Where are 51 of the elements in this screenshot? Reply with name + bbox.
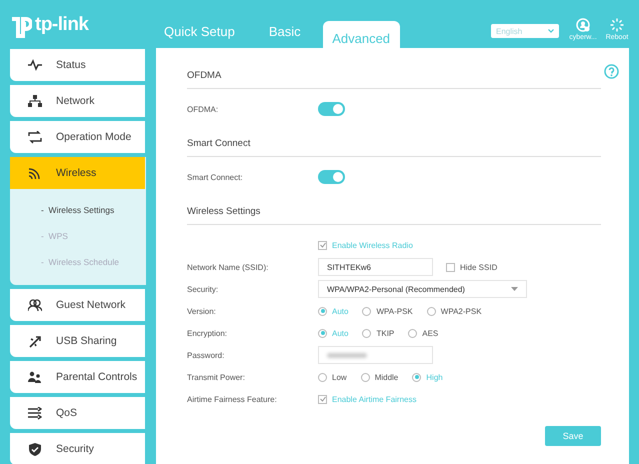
sidebar-item[interactable]: Security: [10, 433, 145, 464]
help-icon: [604, 64, 619, 79]
radio-option[interactable]: WPA2-PSK: [426, 306, 482, 316]
sidebar-item[interactable]: Operation Mode: [10, 121, 145, 153]
checkbox-option[interactable]: Hide SSID: [446, 262, 498, 272]
family-icon: [28, 370, 42, 384]
arrows-icon: [28, 130, 42, 144]
field-label: Password:: [187, 350, 226, 360]
shield-icon: [28, 442, 42, 456]
password-field[interactable]: [318, 346, 433, 364]
sidebar-item[interactable]: Parental Controls: [10, 361, 145, 393]
sidebar-item[interactable]: Network: [10, 85, 145, 117]
lines-icon: [28, 406, 42, 420]
sidebar-item[interactable]: Guest Network: [10, 289, 145, 321]
toggle-switch[interactable]: [318, 170, 345, 184]
radio-option[interactable]: Low: [318, 372, 347, 382]
field-label: Airtime Fairness Feature:: [187, 394, 278, 404]
section-title: Smart Connect: [187, 132, 601, 157]
toggle-switch[interactable]: [318, 102, 345, 116]
section-title: OFDMA: [187, 64, 601, 89]
sidebar-item[interactable]: QoS: [10, 397, 145, 429]
field-label: Smart Connect:: [187, 172, 244, 182]
section-title: Wireless Settings: [187, 200, 601, 225]
people-icon: [28, 298, 42, 312]
usb-icon: [28, 334, 42, 348]
reboot-icon: [610, 18, 624, 32]
dropdown-arrow-icon: [511, 287, 518, 291]
radio-option[interactable]: WPA-PSK: [362, 306, 413, 316]
check-icon: [320, 396, 326, 402]
radio-option[interactable]: Middle: [360, 372, 398, 382]
network-icon: [28, 94, 42, 108]
submenu-item[interactable]: - Wireless Settings: [41, 205, 146, 215]
sidebar-item[interactable]: Wireless: [10, 157, 145, 189]
field-label: OFDMA:: [187, 104, 220, 114]
brand-name: tp-link: [35, 14, 88, 36]
field-label: Encryption:: [187, 328, 228, 338]
field-label: Version:: [187, 306, 217, 316]
field-label: Network Name (SSID):: [187, 262, 270, 272]
sidebar-item[interactable]: Status: [10, 49, 145, 81]
field-label: Transmit Power:: [187, 372, 246, 382]
pulse-icon: [28, 58, 42, 72]
ssid-field[interactable]: SITHTEKw6: [318, 258, 433, 276]
field-label: Security:: [187, 284, 220, 294]
sidebar-item[interactable]: USB Sharing: [10, 325, 145, 357]
wifi-icon: [28, 166, 42, 180]
security-select[interactable]: WPA/WPA2-Personal (Recommended): [318, 280, 527, 298]
check-icon: [320, 242, 326, 248]
chevron-down-icon: [548, 29, 554, 33]
account-icon: [576, 18, 590, 32]
radio-option[interactable]: TKIP: [362, 328, 394, 338]
radio-option[interactable]: AES: [408, 328, 438, 338]
